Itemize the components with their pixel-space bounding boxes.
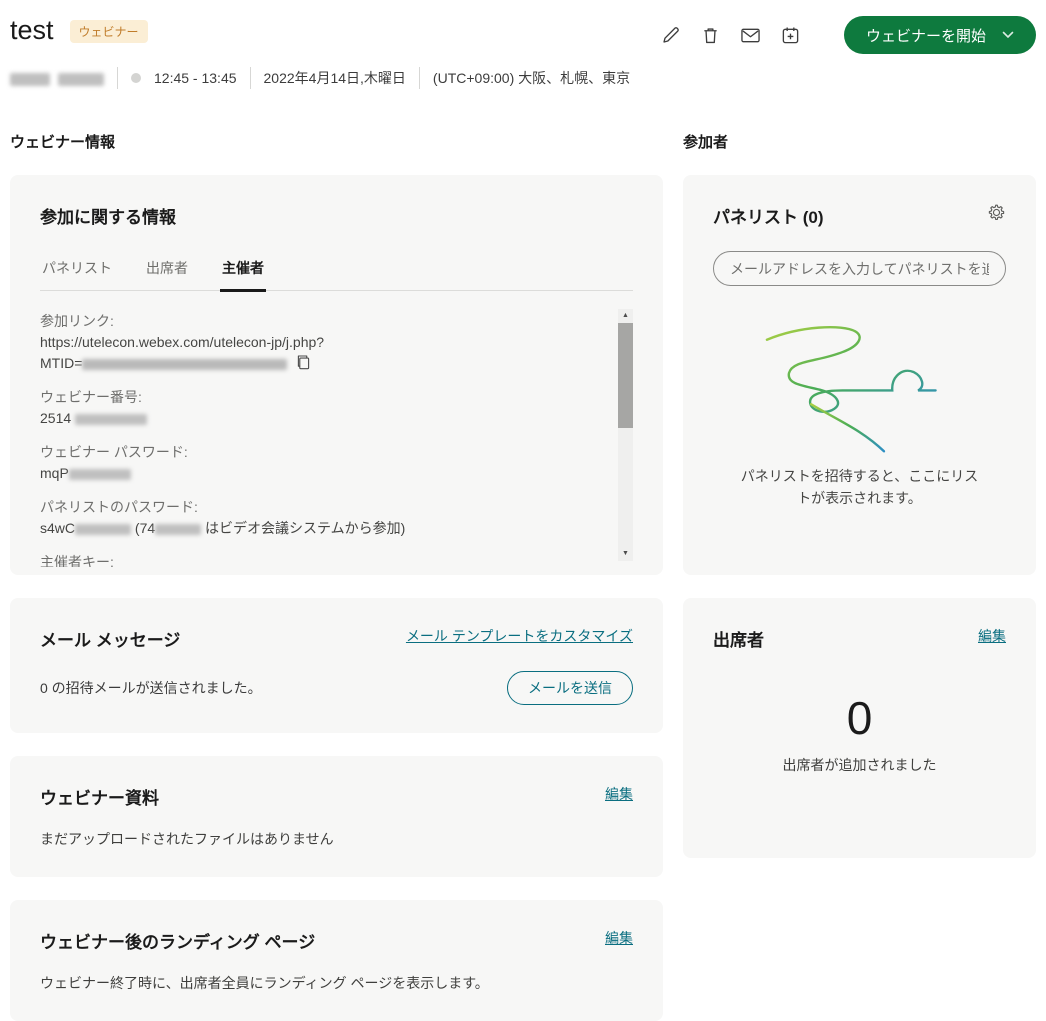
join-info-scroll-content: 参加リンク: https://utelecon.webex.com/utelec…: [40, 309, 633, 567]
panelist-password-value: s4wC (74 はビデオ会議システムから参加): [40, 518, 599, 539]
join-info-title: 参加に関する情報: [40, 203, 633, 228]
attendee-edit-link[interactable]: 編集: [978, 626, 1006, 646]
webinar-materials-card: ウェビナー資料 編集 まだアップロードされたファイルはありません: [10, 756, 663, 877]
host-key-label: 主催者キー:: [40, 552, 599, 567]
landing-page-card: ウェビナー後のランディング ページ 編集 ウェビナー終了時に、出席者全員にランデ…: [10, 900, 663, 1021]
mtid-redacted: [82, 359, 287, 370]
webinar-detail-page: test ウェビナー ウェビナーを開始: [0, 0, 1046, 1021]
join-link-label: 参加リンク:: [40, 311, 599, 332]
email-button[interactable]: [738, 22, 764, 48]
trash-icon: [701, 26, 720, 45]
email-status-text: 0 の招待メールが送信されました。: [40, 678, 262, 698]
start-webinar-button[interactable]: ウェビナーを開始: [844, 16, 1036, 54]
tab-attendee[interactable]: 出席者: [144, 250, 190, 292]
join-info-card: 参加に関する情報 パネリスト 出席者 主催者 参加リンク: https://ut…: [10, 175, 663, 575]
materials-edit-link[interactable]: 編集: [605, 784, 633, 804]
section-title-webinar-info: ウェビナー情報: [10, 131, 663, 152]
status-dot-icon: [131, 73, 141, 83]
page-header: test ウェビナー ウェビナーを開始: [10, 14, 1036, 89]
webinar-password-label: ウェビナー パスワード:: [40, 442, 599, 463]
scrollbar[interactable]: ▲ ▼: [618, 309, 633, 561]
email-message-card: メール メッセージ メール テンプレートをカスタマイズ 0 の招待メールが送信さ…: [10, 598, 663, 733]
materials-card-title: ウェビナー資料: [40, 784, 159, 809]
page-title: test: [10, 14, 54, 46]
webinar-time: 12:45 - 13:45: [154, 70, 237, 86]
panelist-card-title: パネリスト (0): [713, 203, 824, 228]
join-link-url: https://utelecon.webex.com/utelecon-jp/j…: [40, 332, 599, 353]
webinar-password-value: mqP: [40, 463, 599, 484]
panelist-email-input[interactable]: [713, 251, 1006, 286]
webinar-number-label: ウェビナー番号:: [40, 387, 599, 408]
calendar-plus-icon: [781, 26, 800, 45]
scroll-down-icon[interactable]: ▼: [618, 547, 633, 561]
attendee-card-title: 出席者: [713, 626, 764, 651]
gear-icon: [987, 203, 1006, 222]
panelist-empty-text: パネリストを招待すると、ここにリストが表示されます。: [713, 466, 1006, 509]
pencil-icon: [661, 26, 680, 45]
panelist-empty-illustration: [713, 312, 1006, 452]
divider: [419, 67, 420, 89]
start-webinar-label: ウェビナーを開始: [866, 25, 986, 46]
delete-button[interactable]: [698, 22, 724, 48]
webinar-date: 2022年4月14日,木曜日: [264, 68, 406, 88]
copy-link-button[interactable]: [297, 355, 310, 373]
video-system-code-redacted: [155, 524, 201, 535]
tab-host[interactable]: 主催者: [220, 250, 266, 292]
webinar-timezone: (UTC+09:00) 大阪、札幌、東京: [433, 68, 630, 88]
attendee-count: 0: [847, 695, 873, 741]
tab-panelist[interactable]: パネリスト: [40, 250, 114, 292]
materials-empty-text: まだアップロードされたファイルはありません: [40, 829, 633, 849]
mtid-prefix: MTID=: [40, 355, 82, 371]
edit-button[interactable]: [658, 22, 684, 48]
scroll-up-icon[interactable]: ▲: [618, 309, 633, 323]
divider: [250, 67, 251, 89]
panelist-settings-button[interactable]: [987, 203, 1006, 225]
scrollbar-track[interactable]: [618, 323, 633, 547]
section-title-participants: 参加者: [683, 131, 1036, 152]
landing-card-title: ウェビナー後のランディング ページ: [40, 928, 315, 953]
landing-description: ウェビナー終了時に、出席者全員にランディング ページを表示します。: [40, 973, 633, 993]
webinar-meta-row: 12:45 - 13:45 2022年4月14日,木曜日 (UTC+09:00)…: [10, 67, 1036, 89]
chevron-down-icon: [1002, 31, 1014, 39]
webinar-number-value: 2514: [40, 408, 599, 429]
webinar-number-redacted: [75, 414, 147, 425]
email-card-title: メール メッセージ: [40, 626, 180, 651]
divider: [117, 67, 118, 89]
webinar-password-redacted: [69, 469, 131, 480]
landing-edit-link[interactable]: 編集: [605, 928, 633, 948]
add-to-calendar-button[interactable]: [778, 22, 804, 48]
customize-template-link[interactable]: メール テンプレートをカスタマイズ: [406, 626, 633, 646]
panelist-password-label: パネリストのパスワード:: [40, 497, 599, 518]
attendee-count-caption: 出席者が追加されました: [783, 755, 937, 775]
join-info-tabs: パネリスト 出席者 主催者: [40, 250, 633, 291]
panelist-password-redacted: [75, 524, 131, 535]
copy-icon: [297, 355, 310, 370]
join-link-mtid-line: MTID=: [40, 353, 599, 374]
host-name-redacted: [10, 70, 104, 86]
attendee-card: 出席者 編集 0 出席者が追加されました: [683, 598, 1036, 858]
panelist-card: パネリスト (0): [683, 175, 1036, 575]
scrollbar-thumb[interactable]: [618, 323, 633, 428]
send-email-button[interactable]: メールを送信: [507, 671, 633, 705]
envelope-icon: [741, 26, 760, 45]
webinar-type-badge: ウェビナー: [70, 20, 148, 43]
